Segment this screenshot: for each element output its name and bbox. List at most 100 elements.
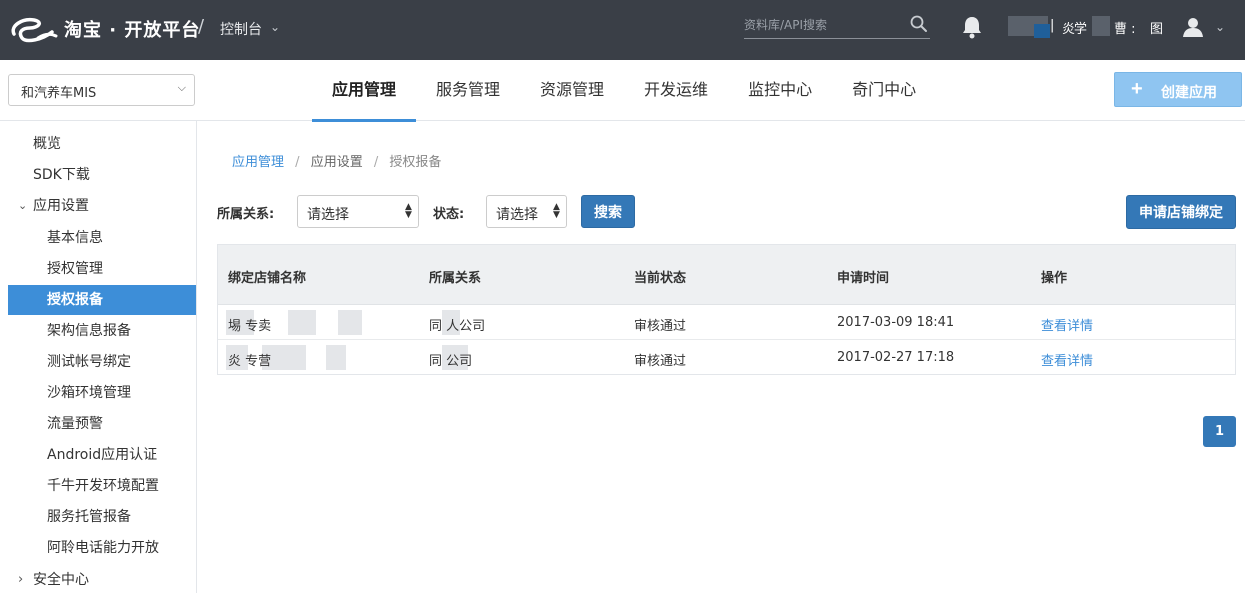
table-row: 炎 专营 同 公司 审核通过 2017-02-27 17:18 查看详情 [218, 340, 1235, 375]
nav-tab-monitoring[interactable]: 监控中心 [728, 60, 832, 121]
user-name-part: 曹 : [1114, 22, 1136, 37]
sidebar-item-label: 基本信息 [47, 230, 103, 246]
sidebar-item-sandbox-management[interactable]: 沙箱环境管理 [8, 378, 196, 408]
cell-relation: 同 公司 [429, 354, 473, 369]
user-menu-chevron-down-icon[interactable]: ⌄ [1215, 20, 1225, 34]
sidebar-item-label: 架构信息报备 [47, 323, 131, 339]
select-arrows-icon: ▲ ▼ [405, 202, 412, 220]
breadcrumb-current: 授权报备 [389, 155, 442, 170]
brand-title[interactable]: 淘宝 · 开放平台 [64, 16, 200, 42]
search-icon[interactable] [910, 15, 928, 33]
sidebar-group-app-settings[interactable]: ⌄ 应用设置 [8, 191, 196, 221]
cell-apply-time: 2017-02-27 17:18 [837, 350, 955, 365]
console-chevron-down-icon[interactable]: ⌄ [270, 20, 280, 34]
auth-report-table: 绑定店铺名称 所属关系 当前状态 申请时间 操作 埸 专卖 同 人公司 审核通过… [217, 244, 1236, 375]
sidebar-item-label: 授权管理 [47, 261, 103, 277]
apply-shop-binding-button[interactable]: 申请店铺绑定 [1126, 195, 1236, 229]
cell-relation: 同 人公司 [429, 319, 486, 334]
create-app-button[interactable]: + 创建应用 [1114, 72, 1242, 107]
sidebar-item-auth-report[interactable]: 授权报备 [8, 285, 196, 315]
sidebar-item-label: 千牛开发环境配置 [47, 478, 159, 494]
table-row: 埸 专卖 同 人公司 审核通过 2017-03-09 18:41 查看详情 [218, 305, 1235, 340]
global-search [744, 12, 930, 39]
sidebar: 概览 SDK下载 ⌄ 应用设置 基本信息 授权管理 授权报备 架构信息报备 测试… [0, 121, 197, 593]
sidebar-item-label: Android应用认证 [47, 447, 158, 463]
relation-filter-select[interactable]: 请选择 ▲ ▼ [297, 195, 419, 228]
redacted-block [338, 310, 362, 335]
column-header-relation: 所属关系 [429, 271, 482, 286]
create-app-button-label: 创建应用 [1161, 84, 1217, 100]
column-header-shop: 绑定店铺名称 [228, 271, 307, 286]
sidebar-item-service-hosting-report[interactable]: 服务托管报备 [8, 502, 196, 532]
chevron-right-icon: › [18, 572, 24, 587]
column-header-status: 当前状态 [634, 271, 687, 286]
select-arrows-icon: ▲ ▼ [553, 202, 560, 220]
table-header: 绑定店铺名称 所属关系 当前状态 申请时间 操作 [218, 245, 1235, 305]
view-details-link[interactable]: 查看详情 [1041, 350, 1093, 369]
sidebar-item-label: 测试帐号绑定 [47, 354, 131, 370]
status-filter-select[interactable]: 请选择 ▲ ▼ [486, 195, 567, 228]
column-header-action: 操作 [1041, 271, 1068, 286]
cell-shop: 炎 专营 [228, 354, 272, 369]
sidebar-item-label: 应用设置 [33, 198, 89, 214]
app-selector[interactable]: 和汽养车MIS ⌵ [8, 74, 195, 106]
user-name-part: 图 [1150, 22, 1164, 37]
sidebar-item-overview[interactable]: 概览 [8, 129, 196, 159]
sidebar-item-phone-capability[interactable]: 阿聆电话能力开放 [8, 533, 196, 563]
view-details-link[interactable]: 查看详情 [1041, 315, 1093, 334]
brand-separator: / [198, 16, 205, 37]
breadcrumb-separator: / [295, 155, 300, 170]
sidebar-item-label: 服务托管报备 [47, 509, 131, 525]
redacted-block [326, 345, 346, 370]
user-name[interactable]: | 炎 学 曹 : 图 [1008, 14, 1173, 38]
relation-filter-value: 请选择 [307, 207, 349, 223]
global-search-input[interactable] [744, 15, 904, 35]
sidebar-item-sdk-download[interactable]: SDK下载 [8, 160, 196, 190]
nav-tab-app-management[interactable]: 应用管理 [312, 60, 417, 122]
nav-tab-service-management[interactable]: 服务管理 [416, 60, 520, 121]
breadcrumb-app-management[interactable]: 应用管理 [232, 155, 284, 170]
alibaba-logo-icon[interactable] [8, 14, 60, 46]
redacted-block [288, 310, 316, 335]
app-selector-value: 和汽养车MIS [21, 86, 97, 101]
sidebar-item-basic-info[interactable]: 基本信息 [8, 223, 196, 253]
top-bar: 淘宝 · 开放平台 / 控制台 ⌄ | 炎 学 曹 : 图 ⌄ [0, 0, 1245, 60]
breadcrumb: 应用管理 / 应用设置 / 授权报备 [232, 151, 441, 170]
user-name-part: 学 [1074, 22, 1088, 37]
sidebar-group-security-center[interactable]: › 安全中心 [8, 565, 196, 595]
sidebar-item-label: 安全中心 [33, 572, 89, 588]
sidebar-item-architecture-report[interactable]: 架构信息报备 [8, 316, 196, 346]
pagination-page-1[interactable]: 1 [1203, 416, 1236, 447]
notification-bell-icon[interactable] [961, 15, 983, 39]
sidebar-item-qianniu-env[interactable]: 千牛开发环境配置 [8, 471, 196, 501]
cell-apply-time: 2017-03-09 18:41 [837, 315, 955, 330]
column-header-apply-time: 申请时间 [837, 271, 890, 286]
relation-filter-label: 所属关系: [217, 207, 275, 222]
sidebar-item-label: 概览 [33, 136, 61, 152]
plus-icon: + [1131, 78, 1143, 100]
nav-tab-qimen[interactable]: 奇门中心 [832, 60, 936, 121]
sidebar-item-auth-management[interactable]: 授权管理 [8, 254, 196, 284]
sidebar-item-label: 阿聆电话能力开放 [47, 540, 159, 556]
main-nav-bar: 和汽养车MIS ⌵ 应用管理 服务管理 资源管理 开发运维 监控中心 奇门中心 … [0, 60, 1245, 122]
chevron-down-icon: ⌵ [177, 81, 186, 94]
sidebar-item-label: 沙箱环境管理 [47, 385, 131, 401]
sidebar-item-label: 流量预警 [47, 416, 103, 432]
cell-status: 审核通过 [634, 354, 687, 369]
nav-tab-devops[interactable]: 开发运维 [624, 60, 728, 121]
sidebar-item-label: SDK下载 [33, 167, 90, 183]
sidebar-item-label: 授权报备 [47, 292, 103, 308]
status-filter-label: 状态: [433, 207, 465, 222]
cell-status: 审核通过 [634, 319, 687, 334]
status-filter-value: 请选择 [496, 207, 538, 223]
breadcrumb-separator: / [373, 155, 379, 170]
user-avatar-icon[interactable] [1182, 16, 1204, 38]
nav-tab-resource-management[interactable]: 资源管理 [520, 60, 624, 121]
search-button[interactable]: 搜索 [581, 195, 635, 228]
console-menu[interactable]: 控制台 [220, 19, 262, 39]
sidebar-item-android-auth[interactable]: Android应用认证 [8, 440, 196, 470]
chevron-down-icon: ⌄ [18, 199, 28, 212]
sidebar-item-traffic-alert[interactable]: 流量预警 [8, 409, 196, 439]
user-name-part: | [1050, 18, 1055, 33]
sidebar-item-test-account-binding[interactable]: 测试帐号绑定 [8, 347, 196, 377]
